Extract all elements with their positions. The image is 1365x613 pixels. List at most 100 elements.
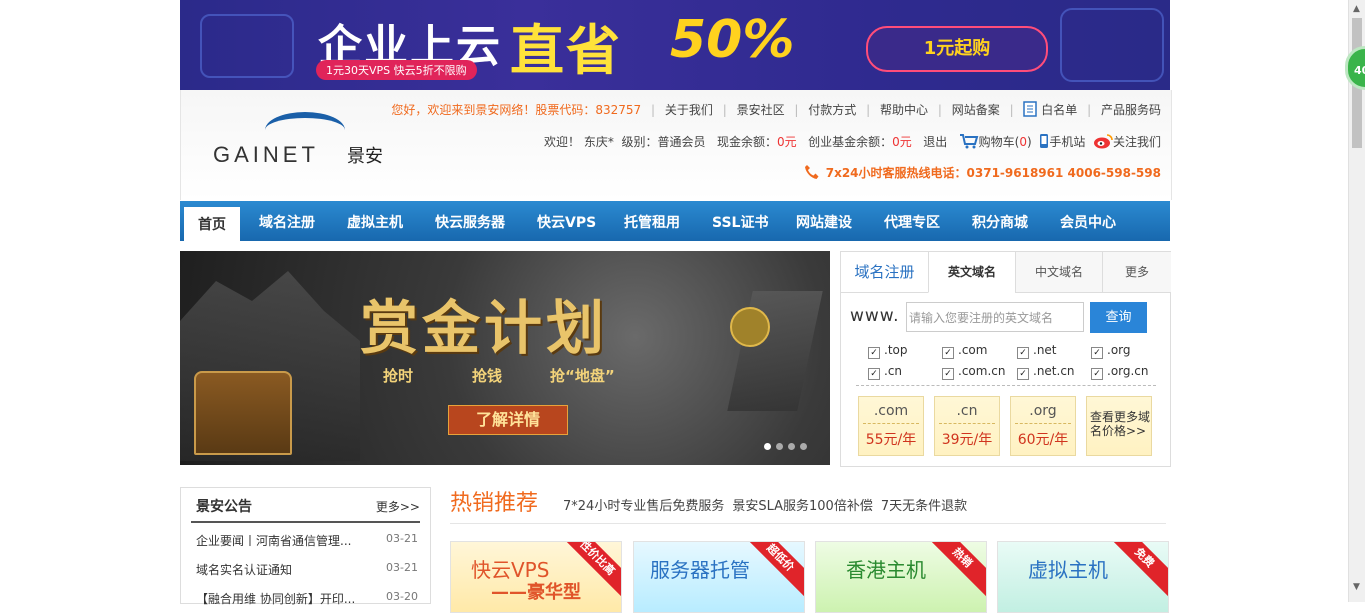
divider (856, 385, 1156, 386)
cash-value: 0元 (777, 135, 797, 149)
product-card-hk-host[interactable]: 香港主机 热销 (815, 541, 987, 613)
list-item[interactable]: 【融合用维 协同创新】开印... 03-20 (196, 590, 418, 607)
nav-home[interactable]: 首页 (184, 207, 240, 241)
follow-us-link[interactable]: 关注我们 (1113, 135, 1161, 149)
list-item[interactable]: 企业要闻丨河南省通信管理... 03-21 (196, 532, 418, 549)
product-card-hosting[interactable]: 服务器托管 超低价 (633, 541, 805, 613)
hotline-bar: 7x24小时客服热线电话：0371-9618961 4006-598-598 (804, 164, 1161, 183)
link-community[interactable]: 景安社区 (737, 103, 785, 117)
hot-title: 热销推荐 (450, 491, 539, 516)
divider (191, 521, 420, 523)
logo-cn: 景安 (347, 146, 383, 167)
cart-count: 0 (1019, 135, 1027, 149)
phone-icon (804, 164, 822, 183)
hotline-text: 7x24小时客服热线电话：0371-9618961 4006-598-598 (825, 166, 1161, 180)
more-prices-card[interactable]: 查看更多域名价格>> (1086, 396, 1152, 456)
user-greeting: 欢迎！ 东庆* (544, 135, 614, 149)
nav-member-center[interactable]: 会员中心 (1060, 201, 1116, 241)
nav-hosting[interactable]: 托管租用 (624, 201, 680, 241)
nav-cloud-server[interactable]: 快云服务器 (435, 201, 505, 241)
treasure-chest-illustration (194, 371, 292, 455)
price-card[interactable]: .org 60元/年 (1010, 396, 1076, 456)
logout-link[interactable]: 退出 (923, 135, 947, 149)
nav-virtual-host[interactable]: 虚拟主机 (347, 201, 403, 241)
hero-cta-button[interactable]: 了解详情 (448, 405, 568, 435)
banner-promo-pill: 1元30天VPS 快云5折不限购 (316, 60, 477, 80)
hero-carousel[interactable]: 赏金计划 抢时 抢钱 抢“地盘” 了解详情 (180, 251, 830, 465)
price-card[interactable]: .cn 39元/年 (934, 396, 1000, 456)
hot-tags: 7*24小时专业售后免费服务 景安SLA服务100倍补偿 7天无条件退款 (563, 499, 968, 514)
member-level: 级别：普通会员 (621, 135, 706, 149)
nav-ssl[interactable]: SSL证书 (712, 201, 768, 241)
welcome-message: 您好，欢迎来到景安网络！股票代码：832757 (391, 103, 642, 117)
nav-domain[interactable]: 域名注册 (259, 201, 315, 241)
announcements-more-link[interactable]: 更多>> (376, 498, 420, 515)
price-card[interactable]: .com 55元/年 (858, 396, 924, 456)
nav-website-build[interactable]: 网站建设 (796, 201, 852, 241)
ext-checkbox[interactable]: ✓ .cn (868, 364, 902, 380)
logo-text: GAINET (213, 142, 319, 167)
hero-sub-1: 抢时 (383, 367, 414, 385)
hot-recommend-section: 热销推荐 7*24小时专业售后免费服务 景安SLA服务100倍补偿 7天无条件退款 … (450, 485, 1170, 613)
ext-checkbox[interactable]: ✓ .org (1091, 343, 1131, 359)
ext-checkbox[interactable]: ✓ .org.cn (1091, 364, 1149, 380)
product-card-virtual-host[interactable]: 虚拟主机 免费 (997, 541, 1169, 613)
weibo-icon (1093, 133, 1113, 152)
link-icp[interactable]: 网站备案 (952, 103, 1000, 117)
scroll-up-icon[interactable]: ▲ (1353, 4, 1360, 14)
scroll-down-icon[interactable]: ▼ (1353, 582, 1360, 592)
nav-points-mall[interactable]: 积分商城 (972, 201, 1028, 241)
product-card-vps[interactable]: 快云VPS ——豪华型 性价比高 (450, 541, 622, 613)
domain-search-input[interactable]: 请输入您要注册的英文域名 (906, 302, 1084, 332)
carousel-dot[interactable] (788, 443, 795, 450)
www-prefix: www. (850, 306, 900, 326)
user-info-bar: 欢迎！ 东庆* 级别：普通会员 现金余额：0元 创业基金余额：0元 退出 购物车… (544, 133, 1161, 152)
cart-link[interactable]: 购物车(0) (979, 135, 1032, 149)
banner-cta-button[interactable]: 1元起购 (866, 26, 1048, 72)
announcements-title: 景安公告 (196, 499, 252, 515)
nav-cloud-vps[interactable]: 快云VPS (537, 201, 596, 241)
hero-sub-2: 抢钱 (472, 367, 503, 385)
link-product-code[interactable]: 产品服务码 (1101, 103, 1161, 117)
ext-checkbox[interactable]: ✓ .com.cn (942, 364, 1005, 380)
link-about[interactable]: 关于我们 (665, 103, 713, 117)
fund-label: 创业基金余额： (808, 135, 893, 149)
ext-checkbox[interactable]: ✓ .top (868, 343, 907, 359)
cloud-decoration (1060, 8, 1164, 82)
mobile-icon (1039, 133, 1049, 152)
checkbox-checked-icon: ✓ (942, 347, 954, 359)
gainet-logo[interactable]: GAINET 景安 (213, 112, 393, 172)
mobile-site-link[interactable]: 手机站 (1049, 135, 1085, 149)
list-item[interactable]: 域名实名认证通知 03-21 (196, 561, 418, 578)
carousel-dot[interactable] (800, 443, 807, 450)
banner-percent: 50% (670, 10, 795, 70)
ext-checkbox[interactable]: ✓ .net.cn (1017, 364, 1075, 380)
checkbox-checked-icon: ✓ (1017, 368, 1029, 380)
cart-icon (959, 133, 979, 152)
carousel-dot[interactable] (764, 443, 771, 450)
carousel-dot[interactable] (776, 443, 783, 450)
checkbox-checked-icon: ✓ (868, 368, 880, 380)
hero-title: 赏金计划 (360, 294, 609, 362)
carousel-dots (764, 439, 812, 453)
site-header: GAINET 景安 您好，欢迎来到景安网络！股票代码：832757 | 关于我们… (180, 90, 1172, 200)
vertical-scrollbar[interactable]: ▲ ▼ (1348, 0, 1365, 602)
domain-search-button[interactable]: 查询 (1090, 302, 1147, 333)
nav-agent[interactable]: 代理专区 (884, 201, 940, 241)
top-promo-banner[interactable]: 企业上云 直省 50% 1元30天VPS 快云5折不限购 1元起购 (180, 0, 1170, 90)
ext-checkbox[interactable]: ✓ .com (942, 343, 987, 359)
fund-value: 0元 (892, 135, 912, 149)
tab-chinese-domain[interactable]: 中文域名 (1015, 252, 1102, 292)
checkbox-checked-icon: ✓ (942, 368, 954, 380)
checkbox-checked-icon: ✓ (1017, 347, 1029, 359)
hero-sub-3: 抢“地盘” (550, 367, 615, 385)
ext-checkbox[interactable]: ✓ .net (1017, 343, 1057, 359)
announcements-panel: 景安公告 更多>> 企业要闻丨河南省通信管理... 03-21 域名实名认证通知 0… (180, 487, 431, 607)
tab-english-domain[interactable]: 英文域名 (928, 252, 1015, 293)
link-help[interactable]: 帮助中心 (880, 103, 928, 117)
checkbox-checked-icon: ✓ (1091, 368, 1103, 380)
domain-tabs: 域名注册 英文域名 中文域名 更多 (841, 252, 1171, 293)
link-whitelist[interactable]: 白名单 (1041, 103, 1077, 117)
tab-more[interactable]: 更多 (1102, 252, 1171, 292)
link-payment[interactable]: 付款方式 (808, 103, 856, 117)
